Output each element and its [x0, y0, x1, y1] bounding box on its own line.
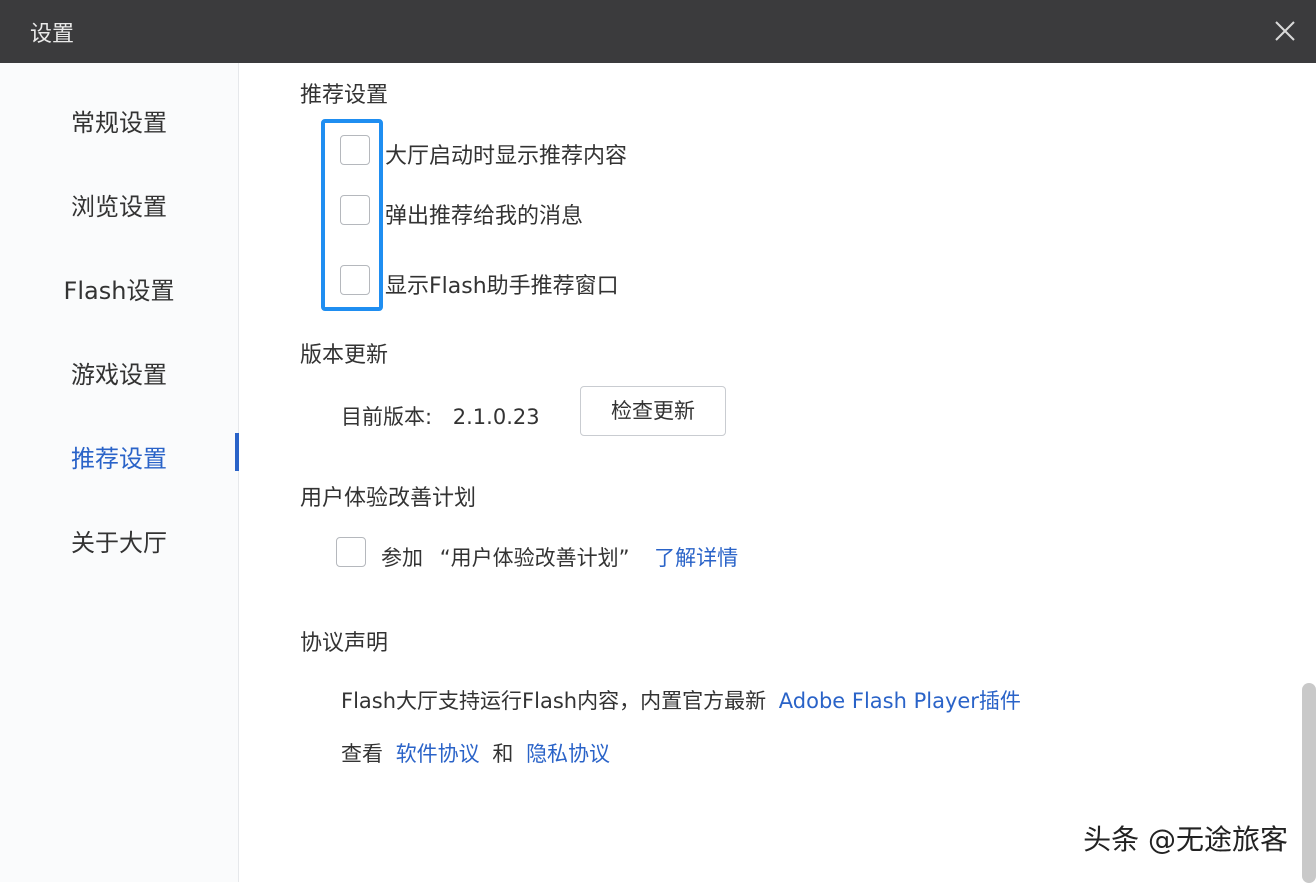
ux-details-link[interactable]: 了解详情 — [654, 546, 738, 570]
agreement-section-title: 协议声明 — [300, 631, 389, 656]
settings-content: 推荐设置 大厅启动时显示推荐内容 弹出推荐给我的消息 显示Flash助手推荐窗口… — [239, 63, 1316, 883]
sidebar-item-label: 常规设置 — [71, 109, 167, 137]
agreement-view-label: 查看 — [341, 742, 383, 766]
sidebar-item-label: 关于大厅 — [71, 529, 167, 557]
watermark: 头条 @无途旅客 — [1083, 823, 1288, 856]
sidebar-item-browsing[interactable]: 浏览设置 — [0, 173, 238, 229]
adobe-flash-player-link[interactable]: Adobe Flash Player插件 — [779, 689, 1021, 713]
update-section-title: 版本更新 — [300, 343, 389, 368]
recommend-section-title: 推荐设置 — [300, 83, 389, 108]
sidebar-item-label: 浏览设置 — [71, 193, 167, 221]
privacy-agreement-link[interactable]: 隐私协议 — [526, 742, 610, 766]
ux-join-label: 参加 — [381, 546, 423, 570]
sidebar-item-game[interactable]: 游戏设置 — [0, 341, 238, 397]
sidebar-item-label: 推荐设置 — [71, 445, 167, 473]
close-icon — [1275, 21, 1295, 41]
current-version-row: 目前版本: 2.1.0.23 — [341, 401, 540, 431]
agreement-line-1: Flash大厅支持运行Flash内容，内置官方最新 Adobe Flash Pl… — [341, 685, 1021, 715]
recommend-option-3-label: 显示Flash助手推荐窗口 — [385, 274, 619, 299]
title-bar: 设置 — [0, 0, 1316, 63]
sidebar-item-label: 游戏设置 — [71, 361, 167, 389]
checkbox-highlight-box — [321, 119, 383, 311]
window-title: 设置 — [30, 22, 75, 47]
sidebar-item-about[interactable]: 关于大厅 — [0, 509, 238, 565]
ux-section-title: 用户体验改善计划 — [300, 486, 477, 511]
ux-program-name: “用户体验改善计划” — [439, 546, 630, 570]
agreement-and-label: 和 — [492, 742, 514, 766]
recommend-option-2-label: 弹出推荐给我的消息 — [385, 204, 584, 229]
sidebar-item-flash[interactable]: Flash设置 — [0, 257, 238, 313]
settings-sidebar: 常规设置 浏览设置 Flash设置 游戏设置 推荐设置 关于大厅 — [0, 63, 239, 882]
current-version-value: 2.1.0.23 — [452, 405, 540, 429]
recommend-option-1-label: 大厅启动时显示推荐内容 — [385, 144, 628, 169]
check-update-button[interactable]: 检查更新 — [580, 386, 726, 436]
ux-join-row: 参加 “用户体验改善计划” 了解详情 — [381, 542, 738, 572]
agreement-line-2: 查看 软件协议 和 隐私协议 — [341, 738, 610, 768]
ux-join-checkbox[interactable] — [336, 537, 366, 567]
current-version-label: 目前版本: — [341, 405, 433, 429]
sidebar-item-general[interactable]: 常规设置 — [0, 89, 238, 145]
software-agreement-link[interactable]: 软件协议 — [396, 742, 480, 766]
sidebar-item-recommend[interactable]: 推荐设置 — [0, 425, 239, 481]
sidebar-item-label: Flash设置 — [63, 277, 175, 305]
agreement-text: Flash大厅支持运行Flash内容，内置官方最新 — [341, 689, 767, 713]
close-button[interactable] — [1268, 14, 1302, 48]
content-scrollbar[interactable] — [1302, 683, 1316, 883]
